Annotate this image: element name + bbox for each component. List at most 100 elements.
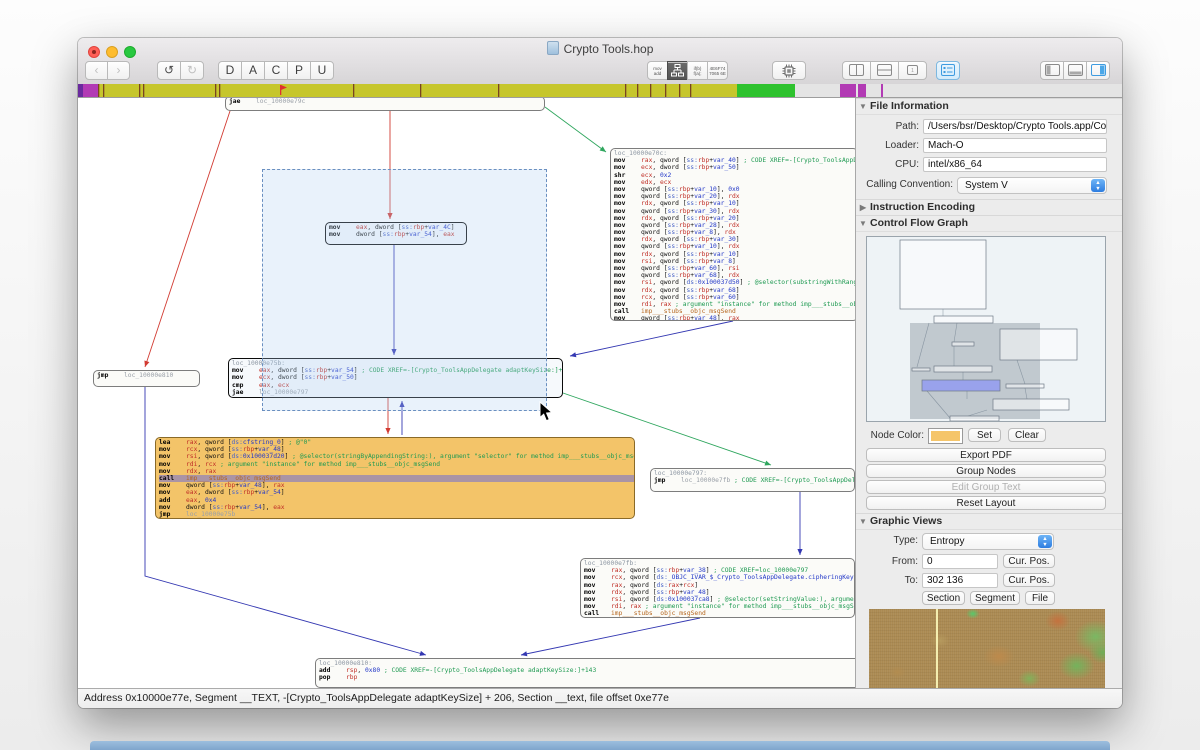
asm-line[interactable]: jmploc_10000e810 — [97, 372, 199, 379]
file-button[interactable]: File — [1025, 591, 1055, 605]
to-field[interactable]: 302 136 — [922, 573, 998, 588]
group-nodes-button[interactable]: Group Nodes — [866, 464, 1106, 478]
asm-line[interactable]: poprbp — [319, 674, 856, 681]
asm-line[interactable]: cmpeax, ecx — [232, 382, 562, 389]
asm-line[interactable]: movrdx, qword [ss:rbp+var_10] — [614, 200, 856, 207]
asm-line[interactable]: movrdx, qword [ss:rbp+var_10] — [614, 251, 856, 258]
asm-line[interactable]: movqword [ss:rbp+var_48], rax — [614, 315, 856, 321]
asm-line[interactable]: jmploc_10000e75b — [159, 511, 634, 518]
asm-line[interactable]: movedx, ecx — [614, 179, 856, 186]
redo-button[interactable]: ↻ — [180, 61, 204, 80]
asm-line[interactable]: callimp___stubs__objc_msgSend — [584, 610, 854, 617]
asm-line[interactable]: moveax, dword [ss:rbp+var_54] — [159, 489, 634, 496]
clear-node-color-button[interactable]: Clear — [1008, 428, 1046, 442]
forward-button[interactable]: › — [107, 61, 130, 80]
single-pane-button[interactable]: 1 — [898, 61, 927, 80]
data-mode-button[interactable]: D — [218, 61, 242, 80]
asm-line[interactable]: movqword [ss:rbp+var_68], rdx — [614, 272, 856, 279]
edit-group-text-button[interactable]: Edit Group Text — [866, 480, 1106, 494]
from-cur-pos-button[interactable]: Cur. Pos. — [1003, 554, 1055, 568]
assembly-view-button[interactable]: movadd — [647, 61, 668, 80]
undo-button[interactable]: ↺ — [157, 61, 181, 80]
asm-line[interactable]: movqword [ss:rbp+var_48], rax — [159, 482, 634, 489]
control-flow-graph-header[interactable]: ▼Control Flow Graph — [856, 215, 1122, 232]
reset-layout-button[interactable]: Reset Layout — [866, 496, 1106, 510]
asm-line[interactable]: movrsi, qword [ds:0x100037d20] ; @select… — [159, 453, 634, 460]
graphic-views-header[interactable]: ▼Graphic Views — [856, 513, 1122, 530]
graph-node-e70c[interactable]: loc_10000e70c:movrax, qword [ss:rbp+var_… — [610, 148, 856, 321]
asm-line[interactable]: movrdx, qword [ss:rbp+var_68] — [614, 287, 856, 294]
split-horizontal-button[interactable] — [870, 61, 899, 80]
asm-line[interactable]: addrsp, 0x80 ; CODE XREF=-[Crypto_ToolsA… — [319, 667, 856, 674]
asm-line[interactable]: movrax, qword [ds:rax+rcx] — [584, 582, 854, 589]
asm-line[interactable]: movqword [ss:rbp+var_30], rdx — [614, 208, 856, 215]
cfg-minimap[interactable] — [866, 236, 1106, 422]
procedure-mode-button[interactable]: P — [287, 61, 311, 80]
from-field[interactable]: 0 — [922, 554, 998, 569]
asm-line[interactable]: jmploc_10000e7fb ; CODE XREF=-[Crypto_To… — [654, 477, 854, 484]
split-vertical-button[interactable] — [842, 61, 871, 80]
graph-node-top[interactable]: jaeloc_10000e79c — [225, 98, 545, 111]
asm-line[interactable]: movrcx, qword [ss:rbp+var_48] — [159, 446, 634, 453]
type-popup[interactable]: Entropy ▲▼ — [922, 533, 1054, 550]
instruction-encoding-header[interactable]: ▶Instruction Encoding — [856, 199, 1122, 216]
asm-line[interactable]: movecx, dword [ss:rbp+var_50] — [614, 164, 856, 171]
asm-line[interactable]: callimp___stubs__objc_msgSend — [614, 308, 856, 315]
path-field[interactable]: /Users/bsr/Desktop/Crypto Tools.app/Cont… — [923, 119, 1107, 134]
entropy-visualization[interactable] — [869, 609, 1105, 688]
cfg-canvas[interactable]: jaeloc_10000e79cloc_10000e70c:movrax, qw… — [78, 98, 856, 688]
asm-line[interactable]: movrdi, rax ; argument "instance" for me… — [614, 301, 856, 308]
inspector-list-button[interactable] — [936, 61, 960, 80]
asm-line[interactable]: callimp___stubs__objc_msgSend — [159, 475, 634, 482]
graph-view-button[interactable] — [667, 61, 688, 80]
export-pdf-button[interactable]: Export PDF — [866, 448, 1106, 462]
asm-line[interactable]: movecx, dword [ss:rbp+var_50] — [232, 374, 562, 381]
asm-line[interactable]: loc_10000e810: — [319, 660, 856, 667]
asm-line[interactable]: movqword [ss:rbp+var_20], rdx — [614, 193, 856, 200]
node-color-swatch[interactable] — [928, 428, 963, 444]
asm-line[interactable]: movdword [ss:rbp+var_54], eax — [329, 231, 466, 238]
ascii-mode-button[interactable]: A — [241, 61, 265, 80]
asm-line[interactable]: shrecx, 0x2 — [614, 172, 856, 179]
back-button[interactable]: ‹ — [85, 61, 108, 80]
cpu-button[interactable] — [772, 61, 806, 80]
right-panel-toggle[interactable] — [1086, 61, 1110, 80]
loader-field[interactable]: Mach-O — [923, 138, 1107, 153]
asm-line[interactable]: movrdi, rcx ; argument "instance" for me… — [159, 461, 634, 468]
asm-line[interactable]: movrcx, qword [ds:_OBJC_IVAR_$_Crypto_To… — [584, 574, 854, 581]
asm-line[interactable]: movrsi, qword [ds:0x100037ca8] ; @select… — [584, 596, 854, 603]
asm-line[interactable]: movrdx, qword [ss:rbp+var_30] — [614, 236, 856, 243]
cpu-field[interactable]: intel/x86_64 — [923, 157, 1107, 172]
asm-line[interactable]: jaeloc_10000e79c — [229, 98, 544, 105]
asm-line[interactable]: learax, qword [ds:cfstring_0] ; @"0" — [159, 439, 634, 446]
graph-node-e7fb[interactable]: loc_10000e7fb:movrax, qword [ss:rbp+var_… — [580, 558, 855, 618]
calling-convention-popup[interactable]: System V ▲▼ — [957, 177, 1107, 194]
asm-line[interactable]: movqword [ss:rbp+var_10], rdx — [614, 243, 856, 250]
graph-node-e797[interactable]: loc_10000e797:jmploc_10000e7fb ; CODE XR… — [650, 468, 855, 492]
asm-line[interactable]: movqword [ss:rbp+var_10], 0x0 — [614, 186, 856, 193]
undefined-mode-button[interactable]: U — [310, 61, 334, 80]
file-information-header[interactable]: ▼File Information — [856, 98, 1122, 115]
bottom-panel-toggle[interactable] — [1063, 61, 1087, 80]
asm-line[interactable]: movrsi, qword [ss:rbp+var_8] — [614, 258, 856, 265]
asm-line[interactable]: movrdi, rax ; argument "instance" for me… — [584, 603, 854, 610]
asm-line[interactable]: movrdx, rax — [159, 468, 634, 475]
segment-button[interactable]: Segment — [970, 591, 1020, 605]
asm-line[interactable]: loc_10000e70c: — [614, 150, 856, 157]
asm-line[interactable]: movrcx, qword [ss:rbp+var_60] — [614, 294, 856, 301]
navigation-entropy-bar[interactable] — [78, 84, 1122, 98]
hex-view-button[interactable]: 4E6F747065 6E — [707, 61, 728, 80]
asm-line[interactable]: movrax, qword [ss:rbp+var_38] ; CODE XRE… — [584, 567, 854, 574]
asm-line[interactable]: movdword [ss:rbp+var_54], eax — [159, 504, 634, 511]
code-mode-button[interactable]: C — [264, 61, 288, 80]
asm-line[interactable]: movrsi, qword [ds:0x100037d50] ; @select… — [614, 279, 856, 286]
left-panel-toggle[interactable] — [1040, 61, 1064, 80]
asm-line[interactable]: movqword [ss:rbp+var_60], rsi — [614, 265, 856, 272]
asm-line[interactable]: moveax, dword [ss:rbp+var_4C] — [329, 224, 466, 231]
asm-line[interactable]: loc_10000e7fb: — [584, 560, 854, 567]
asm-line[interactable]: movqword [ss:rbp+var_8], rdx — [614, 229, 856, 236]
to-cur-pos-button[interactable]: Cur. Pos. — [1003, 573, 1055, 587]
graph-node-e810[interactable]: loc_10000e810:addrsp, 0x80 ; CODE XREF=-… — [315, 658, 856, 688]
asm-line[interactable]: movrdx, qword [ss:rbp+var_20] — [614, 215, 856, 222]
graph-node-sel-small[interactable]: moveax, dword [ss:rbp+var_4C]movdword [s… — [325, 222, 467, 245]
